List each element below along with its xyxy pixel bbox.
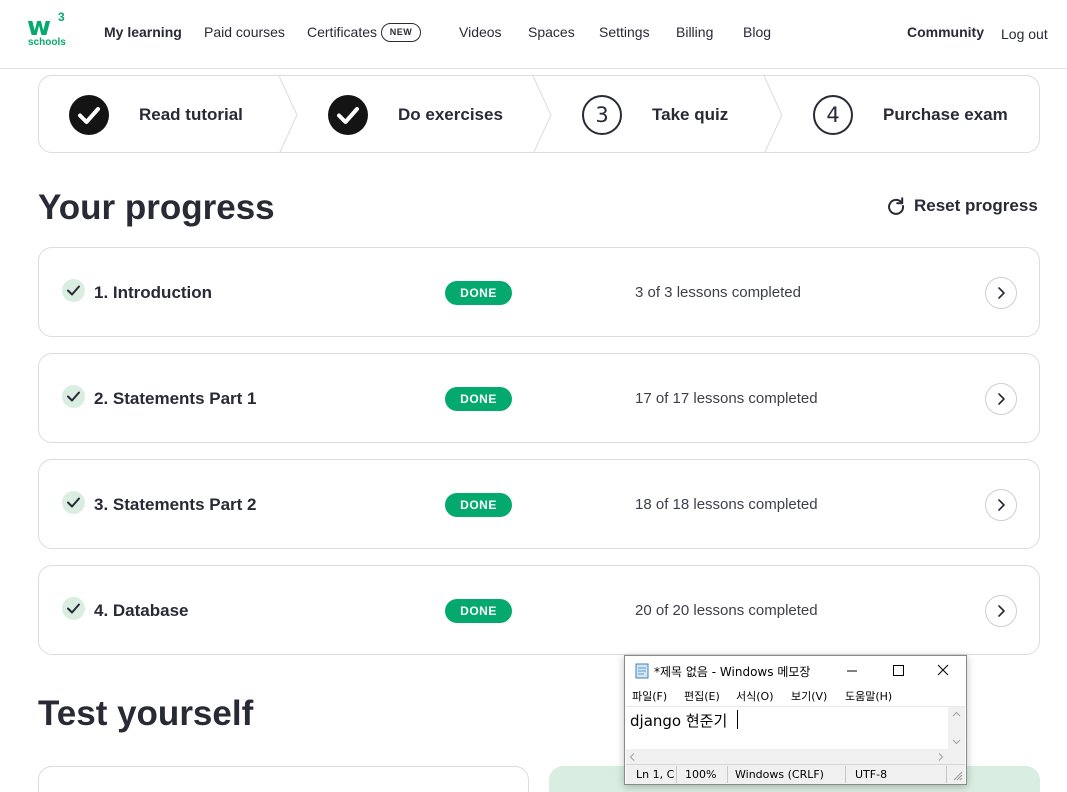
step-separator — [279, 76, 298, 152]
progress-card[interactable]: 1. Introduction DONE 3 of 3 lessons comp… — [38, 247, 1040, 337]
menu-help[interactable]: 도움말(H) — [845, 688, 892, 704]
logo-sup: 3 — [58, 10, 65, 24]
nav-paid-courses[interactable]: Paid courses — [204, 24, 285, 40]
status-divider — [946, 766, 947, 783]
progress-card-title: 1. Introduction — [94, 283, 213, 302]
reset-progress-label: Reset progress — [914, 196, 1038, 215]
progress-card[interactable]: 3. Statements Part 2 DONE 18 of 18 lesso… — [38, 459, 1040, 549]
check-icon — [62, 279, 85, 302]
nav-logout[interactable]: Log out — [1001, 26, 1048, 42]
check-icon — [62, 385, 85, 408]
lessons-count: 20 of 20 lessons completed — [635, 602, 818, 619]
logo-sub: schools — [28, 37, 66, 48]
status-divider — [845, 766, 846, 783]
done-badge: DONE — [445, 387, 512, 411]
status-divider — [676, 766, 677, 783]
lessons-count: 18 of 18 lessons completed — [635, 496, 818, 513]
done-badge: DONE — [445, 599, 512, 623]
status-encoding: UTF-8 — [855, 768, 888, 781]
top-nav: w 3 schools My learning Paid courses Cer… — [0, 0, 1067, 69]
progress-heading: Your progress — [38, 188, 275, 227]
checkmark-icon — [69, 95, 109, 135]
learning-steps: Read tutorial Do exercises 3 Take quiz 4… — [38, 75, 1040, 153]
status-zoom: 100% — [685, 768, 717, 781]
test-yourself-heading: Test yourself — [38, 694, 254, 733]
done-badge: DONE — [445, 281, 512, 305]
maximize-icon[interactable] — [875, 656, 921, 685]
nav-settings[interactable]: Settings — [599, 24, 650, 40]
step-number-4-icon: 4 — [813, 95, 853, 135]
checkmark-icon — [328, 95, 368, 135]
notepad-app-icon — [635, 663, 649, 679]
horizontal-scrollbar[interactable] — [626, 749, 948, 765]
chevron-right-icon[interactable] — [985, 277, 1017, 309]
progress-card-title: 3. Statements Part 2 — [94, 495, 257, 514]
minimize-icon[interactable] — [829, 656, 875, 685]
status-position: Ln 1, C — [636, 768, 675, 781]
nav-my-learning[interactable]: My learning — [104, 24, 182, 40]
step-number-3-icon: 3 — [582, 95, 622, 135]
notepad-window[interactable]: *제목 없음 - Windows 메모장 파일(F) 편집(E) 서식(O) 보… — [624, 655, 967, 785]
notepad-text-area[interactable]: django 현준기 — [626, 706, 965, 765]
step-separator — [533, 76, 552, 152]
nav-spaces[interactable]: Spaces — [528, 24, 575, 40]
menu-file[interactable]: 파일(F) — [632, 688, 667, 704]
nav-community[interactable]: Community — [907, 24, 984, 40]
lessons-count: 17 of 17 lessons completed — [635, 390, 818, 407]
notepad-titlebar[interactable]: *제목 없음 - Windows 메모장 — [625, 656, 966, 685]
w3schools-logo[interactable]: w 3 schools — [27, 10, 69, 50]
step-do-exercises[interactable]: Do exercises — [398, 105, 503, 125]
nav-certificates[interactable]: Certificates — [307, 24, 377, 40]
chevron-right-icon[interactable] — [985, 595, 1017, 627]
lessons-count: 3 of 3 lessons completed — [635, 284, 801, 301]
nav-billing[interactable]: Billing — [676, 24, 713, 40]
refresh-icon — [888, 197, 905, 215]
step-take-quiz[interactable]: Take quiz — [652, 105, 728, 125]
status-divider — [727, 766, 728, 783]
menu-edit[interactable]: 편집(E) — [684, 688, 720, 704]
text-caret — [737, 710, 738, 729]
status-line-ending: Windows (CRLF) — [735, 768, 824, 781]
nav-blog[interactable]: Blog — [743, 24, 771, 40]
step-read-tutorial[interactable]: Read tutorial — [139, 105, 243, 125]
notepad-statusbar: Ln 1, C 100% Windows (CRLF) UTF-8 — [626, 764, 965, 784]
check-icon — [62, 491, 85, 514]
chevron-right-icon[interactable] — [985, 489, 1017, 521]
progress-card[interactable]: 2. Statements Part 1 DONE 17 of 17 lesso… — [38, 353, 1040, 443]
done-badge: DONE — [445, 493, 512, 517]
progress-card[interactable]: 4. Database DONE 20 of 20 lessons comple… — [38, 565, 1040, 655]
nav-videos[interactable]: Videos — [459, 24, 502, 40]
notepad-content[interactable]: django 현준기 — [630, 710, 727, 731]
notepad-title: *제목 없음 - Windows 메모장 — [654, 665, 811, 679]
vertical-scrollbar[interactable] — [948, 707, 965, 749]
notepad-menubar: 파일(F) 편집(E) 서식(O) 보기(V) 도움말(H) — [625, 685, 966, 706]
step-purchase-exam[interactable]: Purchase exam — [883, 105, 1008, 125]
check-icon — [62, 597, 85, 620]
test-card[interactable] — [38, 766, 529, 792]
progress-card-title: 2. Statements Part 1 — [94, 389, 257, 408]
menu-view[interactable]: 보기(V) — [791, 688, 827, 704]
resize-grip-icon[interactable] — [953, 771, 963, 781]
progress-card-title: 4. Database — [94, 601, 189, 620]
step-separator — [764, 76, 783, 152]
close-icon[interactable] — [920, 656, 966, 685]
new-badge: NEW — [381, 23, 421, 42]
menu-format[interactable]: 서식(O) — [736, 688, 773, 704]
chevron-right-icon[interactable] — [985, 383, 1017, 415]
scrollbar-corner — [948, 749, 965, 765]
